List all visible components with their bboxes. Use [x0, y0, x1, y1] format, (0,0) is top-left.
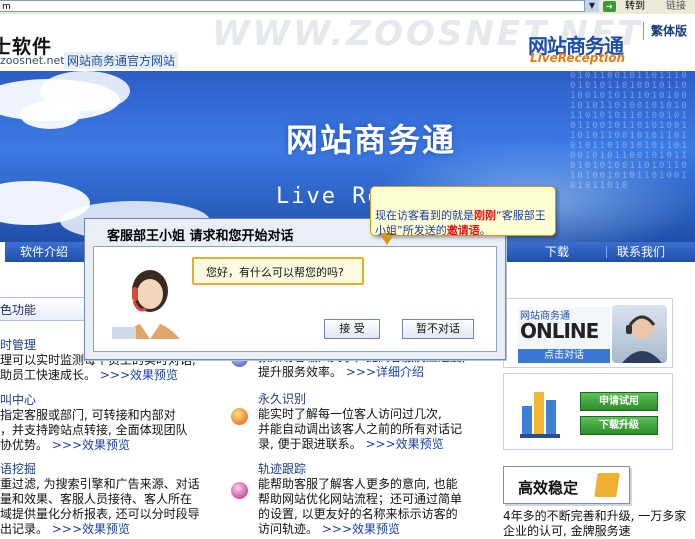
cloud-decoration — [20, 101, 80, 129]
apply-trial-button[interactable]: 申请试用 — [580, 392, 658, 411]
feature-line-text: 出记录。 — [0, 522, 49, 536]
download-upgrade-button[interactable]: 下载升级 — [580, 416, 658, 435]
feature-line: 重过滤, 为搜索引擎和广告来源、对话 — [0, 477, 200, 491]
site-header: WWW.ZOOSNET.NET 士软件 zoosnet.net 网站商务通官方网… — [0, 14, 695, 71]
nav-left-cap — [0, 242, 5, 262]
tooltip-part: 现在访客看到的就是 — [375, 209, 474, 222]
efficient-stable-badge: 高效稳定 — [503, 466, 630, 504]
feature-line: 帮助网站优化网站流程；还可通过简单 — [258, 492, 463, 506]
tooltip-part: 。 — [479, 224, 491, 237]
site-logo-domain: zoosnet.net — [0, 54, 65, 67]
online-chat-box[interactable]: 网站商务通 ONLINE 点击对话 — [503, 298, 673, 368]
invitation-tooltip: 现在访客看到的就是刚刚“客服部王小姐”所发送的邀请语。 — [370, 186, 556, 245]
agent-avatar-icon — [112, 270, 180, 339]
chat-dialog-title: 客服部王小姐 请求和您开始对话 — [107, 229, 294, 244]
feature-data-mining: 语挖掘 重过滤, 为搜索引擎和广告来源、对话 量和效果、客服人员接待、客人所在 … — [0, 462, 215, 537]
go-label: 转到 — [625, 1, 645, 12]
address-dropdown-arrow-icon[interactable]: ▼ — [584, 0, 599, 12]
feature-line: 能帮助客服了解客人更多的意向, 也能 — [258, 477, 458, 491]
decline-chat-button[interactable]: 暂不对话 — [402, 319, 474, 339]
pencil-icon — [594, 473, 620, 497]
banner-title: 网站商务通 — [286, 121, 457, 159]
stable-description: 4年多的不断完善和升级, 一万多家企业的认可, 金牌服务速 — [503, 509, 687, 538]
tooltip-text: 现在访客看到的就是刚刚“客服部王小姐”所发送的邀请语。 — [375, 208, 553, 238]
go-arrow-icon: ➜ — [603, 1, 616, 12]
section-heading-label: 色功能 — [0, 303, 37, 317]
click-to-chat-button[interactable]: 点击对话 — [518, 349, 610, 363]
feature-line: 量和效果、客服人员接待、客人所在 — [0, 492, 193, 506]
accept-chat-button[interactable]: 接 受 — [324, 319, 380, 339]
feature-line: ，并支持跨站点转接, 全面体现团队 — [0, 423, 188, 437]
browser-address-bar: m ▼ ➜ 转到 链接 — [0, 0, 695, 15]
binary-pattern: 0101100101101110010101101001011010010101… — [570, 71, 689, 191]
chat-dialog-body: 您好，有什么可以帮您的吗? 接 受 暂不对话 — [93, 246, 497, 352]
feature-line-text: 提升服务效率。 — [258, 365, 343, 379]
details-link[interactable]: >>>详细介绍 — [346, 365, 424, 379]
site-logo-subtitle: 网站商务通官方网站 — [64, 52, 179, 69]
hero-banner: 0101100101101110010101101001011010010101… — [0, 71, 695, 242]
agent-message-bubble: 您好，有什么可以帮您的吗? — [192, 257, 364, 285]
nav-item-intro[interactable]: 软件介绍 — [20, 242, 68, 262]
links-toolbar-label[interactable]: 链接 — [666, 0, 686, 13]
nav-item-download[interactable]: 下载 — [545, 242, 569, 262]
preview-link[interactable]: >>>效果预览 — [365, 437, 443, 451]
nav-separator — [606, 246, 607, 258]
feature-line-text: 协优势。 — [0, 438, 49, 452]
track-icon — [231, 482, 248, 499]
agent-message-text: 您好，有什么可以帮您的吗? — [206, 266, 344, 279]
id-icon — [231, 408, 248, 425]
preview-link[interactable]: >>>效果预览 — [322, 522, 400, 536]
nav-item-contact[interactable]: 联系我们 — [617, 242, 665, 262]
brand-logo-en: LiveReception — [530, 51, 625, 65]
feature-title[interactable]: 永久识别 — [258, 392, 498, 407]
stable-label: 高效稳定 — [518, 479, 579, 497]
tooltip-highlight: 刚刚 — [474, 209, 496, 222]
feature-line: 的设置, 以更友好的名称来标示访客的 — [258, 507, 458, 521]
feature-line: 指定客服或部门, 可转接和内部对 — [0, 408, 176, 422]
feature-line-text: 访问轨迹。 — [258, 522, 319, 536]
download-actions-box: 申请试用 下载升级 — [503, 373, 673, 450]
headset-agent-icon — [622, 315, 662, 363]
feature-call-center: 叫中心 指定客服或部门, 可转接和内部对 ，并支持跨站点转接, 全面体现团队 协… — [0, 393, 215, 453]
header-divider — [643, 22, 644, 40]
right-sidebar: 网站商务通 ONLINE 点击对话 申请试用 下载升级 高效稳定 4年多的不断完… — [503, 298, 686, 538]
feature-line: 并能自动调出该客人之前的所有对话记 — [258, 422, 463, 436]
feature-line: 域提供量化分析报表, 还可以分时段导 — [0, 507, 200, 521]
feature-line: 协优势。 >>>效果预览 — [0, 438, 215, 453]
feature-line-text: 录, 便于跟进联系。 — [258, 437, 362, 451]
headset-agent-image — [612, 305, 667, 363]
chat-invitation-dialog: 客服部王小姐 请求和您开始对话 您好，有什么可以帮您的吗? 接 受 暂不对话 — [84, 218, 506, 360]
feature-title[interactable]: 轨迹跟踪 — [258, 462, 498, 477]
feature-line: 助员工快速成长。 >>>效果预览 — [0, 368, 215, 383]
feature-line: 能实时了解每一位客人访问过几次, — [258, 407, 442, 421]
building-chart-icon — [520, 392, 560, 438]
traditional-chinese-link[interactable]: 繁体版 — [651, 22, 687, 39]
go-button[interactable]: ➜ 转到 — [603, 0, 659, 13]
features-middle-column: 预知访客输入文字，提高客服反应速度, 提升服务效率。 >>>详细介绍 永久识别 … — [226, 350, 498, 536]
feature-line-text: 助员工快速成长。 — [0, 368, 97, 382]
preview-link[interactable]: >>>效果预览 — [52, 438, 130, 452]
feature-line: 提升服务效率。 >>>详细介绍 — [258, 365, 498, 380]
online-logo-big: ONLINE — [520, 319, 599, 343]
feature-title[interactable]: 语挖掘 — [0, 462, 215, 477]
preview-link[interactable]: >>>效果预览 — [100, 368, 178, 382]
livereception-logo[interactable]: 网站商务通 LiveReception — [528, 30, 638, 66]
feature-title[interactable]: 叫中心 — [0, 393, 215, 408]
tooltip-highlight: 邀请语 — [446, 224, 480, 237]
feature-line: 录, 便于跟进联系。 >>>效果预览 — [258, 437, 498, 452]
address-input[interactable]: m — [0, 0, 598, 12]
preview-link[interactable]: >>>效果预览 — [52, 522, 130, 536]
